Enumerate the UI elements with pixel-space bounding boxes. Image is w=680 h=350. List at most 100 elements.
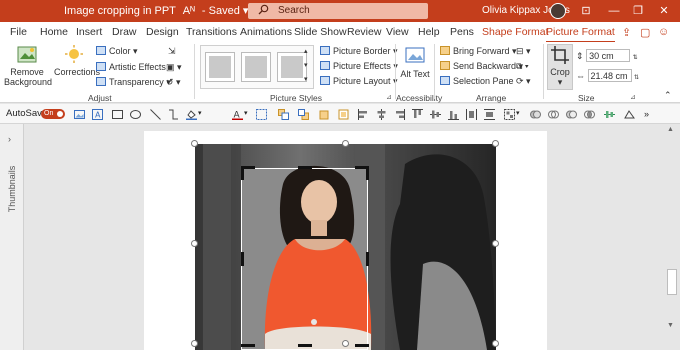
tab-pens[interactable]: Pens <box>450 26 474 38</box>
width-field[interactable]: ⇔ 21.48 cm ⇅ <box>576 69 639 82</box>
align-icon[interactable]: ⊟ ▾ <box>516 46 531 57</box>
tab-picture-format[interactable]: Picture Format <box>546 26 615 43</box>
combine-icon[interactable] <box>548 109 559 120</box>
tab-insert[interactable]: Insert <box>76 26 102 38</box>
tab-transitions[interactable]: Transitions <box>186 26 237 38</box>
crop-handle-left[interactable] <box>241 252 244 266</box>
resize-handle-bottom[interactable] <box>342 340 349 347</box>
shape-fill-icon[interactable] <box>186 109 197 120</box>
text-box-icon[interactable]: A <box>92 109 103 120</box>
resize-handle-bottom-right[interactable] <box>492 340 499 347</box>
dialog-launcher-icon[interactable]: ⊿ <box>630 93 636 101</box>
rotate-icon[interactable]: ⟳ ▾ <box>516 76 531 87</box>
bring-forward-icon[interactable] <box>278 109 289 120</box>
compress-pictures-icon[interactable]: ⇲ <box>168 46 176 57</box>
transparency-button[interactable]: Transparency ▾ <box>96 77 171 88</box>
group-icon[interactable] <box>504 109 515 120</box>
connector-icon[interactable] <box>168 109 179 120</box>
avatar[interactable] <box>550 3 566 19</box>
tab-draw[interactable]: Draw <box>112 26 137 38</box>
send-to-back-icon[interactable] <box>338 109 349 120</box>
crop-handle-right[interactable] <box>366 252 369 266</box>
tab-shape-format[interactable]: Shape Format <box>482 26 549 38</box>
search-box[interactable]: Search <box>248 3 428 19</box>
gallery-scroll-icon[interactable]: ▴ ▾ ▾ <box>304 45 308 87</box>
picture-style-item[interactable] <box>241 52 271 82</box>
tab-home[interactable]: Home <box>40 26 68 38</box>
more-commands-icon[interactable]: » <box>644 109 654 120</box>
distribute-horizontally-icon[interactable] <box>466 109 477 120</box>
send-backward-icon[interactable] <box>298 109 309 120</box>
scroll-up-icon[interactable]: ▲ <box>667 126 674 133</box>
color-button[interactable]: Color ▾ <box>96 46 138 57</box>
picture-layout-button[interactable]: Picture Layout ▾ <box>320 76 398 87</box>
sensitivity-label[interactable]: Aᴺ <box>183 5 195 17</box>
width-spinner-icon[interactable]: ⇅ <box>634 75 639 81</box>
alt-text-button[interactable]: Alt Text <box>400 45 430 79</box>
scrollbar-thumb[interactable] <box>667 269 677 295</box>
width-value[interactable]: 21.48 cm <box>587 69 632 82</box>
merge-shapes-icon[interactable] <box>530 109 541 120</box>
align-right-icon[interactable] <box>394 109 405 120</box>
crop-handle-bottom[interactable] <box>298 344 312 347</box>
picture-border-button[interactable]: Picture Border ▾ <box>320 46 398 57</box>
align-middle-icon[interactable] <box>430 109 441 120</box>
crop-button[interactable]: Crop ▾ <box>547 44 573 90</box>
tab-help[interactable]: Help <box>418 26 440 38</box>
resize-handle-top[interactable] <box>342 140 349 147</box>
document-title[interactable]: Image cropping in PPT Aᴺ - Saved ▾ <box>64 4 248 17</box>
expand-thumbnails-icon[interactable]: › <box>8 134 11 144</box>
oval-icon[interactable] <box>130 109 141 120</box>
chevron-down-icon[interactable]: ▾ <box>244 109 250 120</box>
crop-handle-top-left[interactable] <box>241 166 244 180</box>
tab-file[interactable]: File <box>10 26 27 38</box>
resize-handle-top-right[interactable] <box>492 140 499 147</box>
crop-handle-bottom-left[interactable] <box>241 344 255 347</box>
bring-to-front-icon[interactable] <box>318 109 329 120</box>
change-picture-icon[interactable]: ▣ ▾ <box>166 62 182 73</box>
artistic-effects-button[interactable]: Artistic Effects ▾ <box>96 62 173 73</box>
scroll-down-icon[interactable]: ▼ <box>667 322 674 329</box>
chevron-down-icon[interactable]: ▾ <box>516 109 522 120</box>
picture-style-item[interactable] <box>277 52 307 82</box>
resize-handle-left[interactable] <box>191 240 198 247</box>
corrections-button[interactable]: Corrections <box>54 45 100 77</box>
distribute-vertically-icon[interactable] <box>484 109 495 120</box>
resize-handle-bottom-left[interactable] <box>191 340 198 347</box>
comments-icon[interactable]: ▢ <box>640 26 650 39</box>
line-icon[interactable] <box>150 109 161 120</box>
intersect-icon[interactable] <box>584 109 595 120</box>
crop-handle-bottom-right[interactable] <box>355 344 369 347</box>
tab-review[interactable]: Review <box>347 26 381 38</box>
selection-pane-button[interactable]: Selection Pane <box>440 76 514 86</box>
autosave-toggle[interactable]: On <box>41 109 65 119</box>
vertical-scrollbar[interactable]: ▲ ▼ <box>664 124 680 350</box>
align-center-icon[interactable] <box>376 109 387 120</box>
font-color-icon[interactable]: A <box>232 109 243 120</box>
share-icon[interactable]: ⇪ <box>622 26 631 39</box>
tab-view[interactable]: View <box>386 26 409 38</box>
remove-background-button[interactable]: Remove Background <box>4 45 52 87</box>
dialog-launcher-icon[interactable]: ⊿ <box>386 93 392 101</box>
select-icon[interactable] <box>256 109 267 120</box>
fragment-icon[interactable] <box>566 109 577 120</box>
align-bottom-icon[interactable] <box>448 109 459 120</box>
resize-handle-top-left[interactable] <box>191 140 198 147</box>
chevron-down-icon[interactable]: ▾ <box>198 109 204 120</box>
rectangle-icon[interactable] <box>112 109 123 120</box>
height-spinner-icon[interactable]: ⇅ <box>633 55 638 61</box>
picture-style-item[interactable] <box>205 52 235 82</box>
tab-design[interactable]: Design <box>146 26 179 38</box>
picture-effects-button[interactable]: Picture Effects ▾ <box>320 61 398 72</box>
reset-picture-icon[interactable]: ↺ ▾ <box>166 77 181 88</box>
height-field[interactable]: ⇕ 30 cm ⇅ <box>576 49 638 62</box>
align-objects-icon[interactable] <box>604 109 615 120</box>
restore-button[interactable]: ❐ <box>624 2 652 20</box>
align-left-icon[interactable] <box>358 109 369 120</box>
bring-forward-button[interactable]: Bring Forward ▾ <box>440 46 517 57</box>
picture-icon[interactable] <box>74 109 85 120</box>
collapse-ribbon-icon[interactable]: ⌃ <box>664 90 672 101</box>
crop-handle-top-right[interactable] <box>366 166 369 180</box>
tab-slide-show[interactable]: Slide Show <box>294 26 347 38</box>
height-value[interactable]: 30 cm <box>586 49 631 62</box>
